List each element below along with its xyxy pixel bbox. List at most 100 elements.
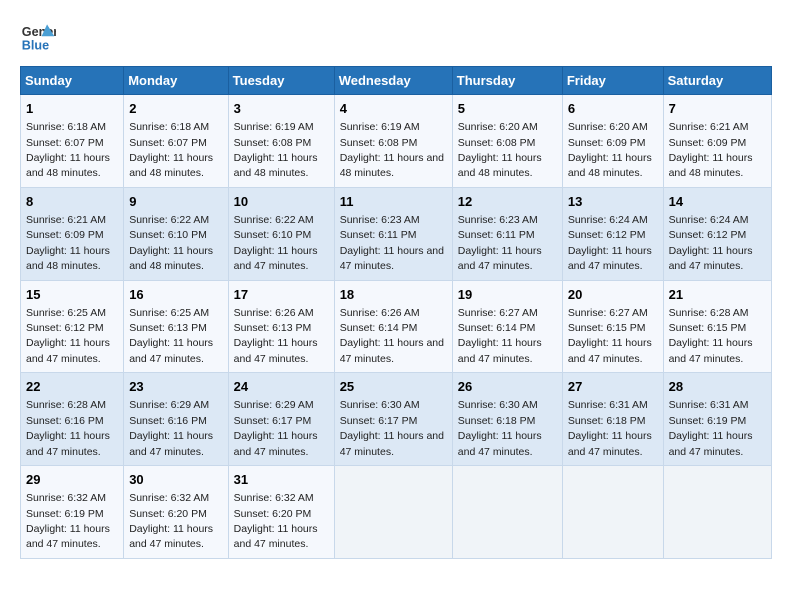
calendar-cell bbox=[663, 466, 771, 559]
day-number: 31 bbox=[234, 471, 329, 489]
day-number: 7 bbox=[669, 100, 766, 118]
calendar-cell: 20 Sunrise: 6:27 AMSunset: 6:15 PMDayligh… bbox=[562, 280, 663, 373]
calendar-cell: 8Sunrise: 6:21 AMSunset: 6:09 PMDaylight… bbox=[21, 187, 124, 280]
calendar-cell: 3Sunrise: 6:19 AMSunset: 6:08 PMDaylight… bbox=[228, 95, 334, 188]
day-number: 18 bbox=[340, 286, 447, 304]
logo-icon: General Blue bbox=[20, 20, 56, 56]
calendar-cell: 18 Sunrise: 6:26 AMSunset: 6:14 PMDayligh… bbox=[334, 280, 452, 373]
calendar-cell bbox=[562, 466, 663, 559]
day-info: Sunrise: 6:30 AMSunset: 6:17 PMDaylight:… bbox=[340, 399, 444, 457]
day-number: 28 bbox=[669, 378, 766, 396]
day-number: 1 bbox=[26, 100, 118, 118]
day-info: Sunrise: 6:23 AMSunset: 6:11 PMDaylight:… bbox=[458, 214, 542, 272]
day-info: Sunrise: 6:24 AMSunset: 6:12 PMDaylight:… bbox=[669, 214, 753, 272]
day-number: 9 bbox=[129, 193, 222, 211]
col-header-tuesday: Tuesday bbox=[228, 67, 334, 95]
calendar-table: SundayMondayTuesdayWednesdayThursdayFrid… bbox=[20, 66, 772, 559]
day-info: Sunrise: 6:31 AMSunset: 6:18 PMDaylight:… bbox=[568, 399, 652, 457]
day-info: Sunrise: 6:19 AMSunset: 6:08 PMDaylight:… bbox=[340, 121, 444, 179]
day-info: Sunrise: 6:18 AMSunset: 6:07 PMDaylight:… bbox=[26, 121, 110, 179]
day-number: 16 bbox=[129, 286, 222, 304]
calendar-cell: 30 Sunrise: 6:32 AMSunset: 6:20 PMDayligh… bbox=[124, 466, 228, 559]
col-header-thursday: Thursday bbox=[452, 67, 562, 95]
day-info: Sunrise: 6:26 AMSunset: 6:14 PMDaylight:… bbox=[340, 307, 444, 365]
day-number: 13 bbox=[568, 193, 658, 211]
calendar-cell: 27Sunrise: 6:31 AMSunset: 6:18 PMDayligh… bbox=[562, 373, 663, 466]
calendar-cell: 4Sunrise: 6:19 AMSunset: 6:08 PMDaylight… bbox=[334, 95, 452, 188]
day-number: 25 bbox=[340, 378, 447, 396]
day-info: Sunrise: 6:32 AMSunset: 6:19 PMDaylight:… bbox=[26, 492, 110, 550]
calendar-cell: 26 Sunrise: 6:30 AMSunset: 6:18 PMDayligh… bbox=[452, 373, 562, 466]
day-number: 19 bbox=[458, 286, 557, 304]
day-info: Sunrise: 6:18 AMSunset: 6:07 PMDaylight:… bbox=[129, 121, 213, 179]
calendar-cell: 17 Sunrise: 6:26 AMSunset: 6:13 PMDayligh… bbox=[228, 280, 334, 373]
day-number: 22 bbox=[26, 378, 118, 396]
calendar-cell: 10 Sunrise: 6:22 AMSunset: 6:10 PMDayligh… bbox=[228, 187, 334, 280]
calendar-cell: 12 Sunrise: 6:23 AMSunset: 6:11 PMDayligh… bbox=[452, 187, 562, 280]
calendar-cell: 28 Sunrise: 6:31 AMSunset: 6:19 PMDayligh… bbox=[663, 373, 771, 466]
week-row-4: 22Sunrise: 6:28 AMSunset: 6:16 PMDayligh… bbox=[21, 373, 772, 466]
col-header-monday: Monday bbox=[124, 67, 228, 95]
col-header-friday: Friday bbox=[562, 67, 663, 95]
day-number: 11 bbox=[340, 193, 447, 211]
calendar-cell: 23Sunrise: 6:29 AMSunset: 6:16 PMDayligh… bbox=[124, 373, 228, 466]
day-number: 23 bbox=[129, 378, 222, 396]
calendar-cell: 24 Sunrise: 6:29 AMSunset: 6:17 PMDayligh… bbox=[228, 373, 334, 466]
day-number: 14 bbox=[669, 193, 766, 211]
calendar-cell bbox=[334, 466, 452, 559]
day-info: Sunrise: 6:29 AMSunset: 6:17 PMDaylight:… bbox=[234, 399, 318, 457]
week-row-5: 29 Sunrise: 6:32 AMSunset: 6:19 PMDayligh… bbox=[21, 466, 772, 559]
day-number: 2 bbox=[129, 100, 222, 118]
calendar-cell: 29 Sunrise: 6:32 AMSunset: 6:19 PMDayligh… bbox=[21, 466, 124, 559]
day-info: Sunrise: 6:25 AMSunset: 6:12 PMDaylight:… bbox=[26, 307, 110, 365]
calendar-cell: 14 Sunrise: 6:24 AMSunset: 6:12 PMDayligh… bbox=[663, 187, 771, 280]
svg-text:Blue: Blue bbox=[22, 39, 49, 53]
day-number: 5 bbox=[458, 100, 557, 118]
day-info: Sunrise: 6:19 AMSunset: 6:08 PMDaylight:… bbox=[234, 121, 318, 179]
calendar-cell: 5Sunrise: 6:20 AMSunset: 6:08 PMDaylight… bbox=[452, 95, 562, 188]
day-number: 12 bbox=[458, 193, 557, 211]
day-info: Sunrise: 6:22 AMSunset: 6:10 PMDaylight:… bbox=[129, 214, 213, 272]
day-info: Sunrise: 6:20 AMSunset: 6:09 PMDaylight:… bbox=[568, 121, 652, 179]
calendar-cell: 19 Sunrise: 6:27 AMSunset: 6:14 PMDayligh… bbox=[452, 280, 562, 373]
page-header: General Blue bbox=[20, 20, 772, 56]
day-info: Sunrise: 6:31 AMSunset: 6:19 PMDaylight:… bbox=[669, 399, 753, 457]
day-number: 8 bbox=[26, 193, 118, 211]
calendar-cell: 2 Sunrise: 6:18 AMSunset: 6:07 PMDaylight… bbox=[124, 95, 228, 188]
calendar-cell: 22Sunrise: 6:28 AMSunset: 6:16 PMDayligh… bbox=[21, 373, 124, 466]
logo: General Blue bbox=[20, 20, 56, 56]
col-header-saturday: Saturday bbox=[663, 67, 771, 95]
day-info: Sunrise: 6:24 AMSunset: 6:12 PMDaylight:… bbox=[568, 214, 652, 272]
calendar-header-row: SundayMondayTuesdayWednesdayThursdayFrid… bbox=[21, 67, 772, 95]
calendar-cell: 16Sunrise: 6:25 AMSunset: 6:13 PMDayligh… bbox=[124, 280, 228, 373]
week-row-1: 1 Sunrise: 6:18 AMSunset: 6:07 PMDaylight… bbox=[21, 95, 772, 188]
day-info: Sunrise: 6:28 AMSunset: 6:15 PMDaylight:… bbox=[669, 307, 753, 365]
day-info: Sunrise: 6:22 AMSunset: 6:10 PMDaylight:… bbox=[234, 214, 318, 272]
calendar-cell: 25 Sunrise: 6:30 AMSunset: 6:17 PMDayligh… bbox=[334, 373, 452, 466]
calendar-cell: 1 Sunrise: 6:18 AMSunset: 6:07 PMDaylight… bbox=[21, 95, 124, 188]
calendar-cell: 6 Sunrise: 6:20 AMSunset: 6:09 PMDaylight… bbox=[562, 95, 663, 188]
day-number: 15 bbox=[26, 286, 118, 304]
day-number: 24 bbox=[234, 378, 329, 396]
col-header-wednesday: Wednesday bbox=[334, 67, 452, 95]
day-number: 6 bbox=[568, 100, 658, 118]
calendar-cell bbox=[452, 466, 562, 559]
day-info: Sunrise: 6:23 AMSunset: 6:11 PMDaylight:… bbox=[340, 214, 444, 272]
day-number: 10 bbox=[234, 193, 329, 211]
day-info: Sunrise: 6:27 AMSunset: 6:15 PMDaylight:… bbox=[568, 307, 652, 365]
day-number: 29 bbox=[26, 471, 118, 489]
week-row-2: 8Sunrise: 6:21 AMSunset: 6:09 PMDaylight… bbox=[21, 187, 772, 280]
day-number: 30 bbox=[129, 471, 222, 489]
day-number: 20 bbox=[568, 286, 658, 304]
day-info: Sunrise: 6:30 AMSunset: 6:18 PMDaylight:… bbox=[458, 399, 542, 457]
calendar-cell: 15 Sunrise: 6:25 AMSunset: 6:12 PMDayligh… bbox=[21, 280, 124, 373]
day-number: 26 bbox=[458, 378, 557, 396]
col-header-sunday: Sunday bbox=[21, 67, 124, 95]
day-info: Sunrise: 6:27 AMSunset: 6:14 PMDaylight:… bbox=[458, 307, 542, 365]
day-number: 17 bbox=[234, 286, 329, 304]
day-info: Sunrise: 6:32 AMSunset: 6:20 PMDaylight:… bbox=[129, 492, 213, 550]
day-info: Sunrise: 6:26 AMSunset: 6:13 PMDaylight:… bbox=[234, 307, 318, 365]
calendar-cell: 9 Sunrise: 6:22 AMSunset: 6:10 PMDaylight… bbox=[124, 187, 228, 280]
calendar-cell: 11 Sunrise: 6:23 AMSunset: 6:11 PMDayligh… bbox=[334, 187, 452, 280]
calendar-body: 1 Sunrise: 6:18 AMSunset: 6:07 PMDaylight… bbox=[21, 95, 772, 559]
